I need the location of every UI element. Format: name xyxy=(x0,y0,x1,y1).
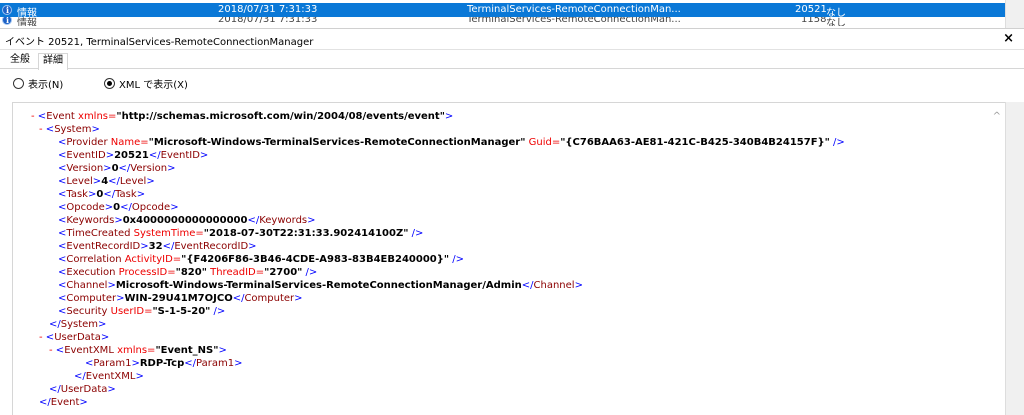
xml-line: <Keywords>0x4000000000000000</Keywords> xyxy=(58,215,316,226)
info-icon xyxy=(2,17,12,25)
xml-line: </System> xyxy=(49,319,107,330)
detail-tabs: 全般 詳細 xyxy=(0,52,1024,70)
xml-line: <Task>0</Task> xyxy=(58,189,146,200)
event-list-scrollbar[interactable] xyxy=(1005,0,1024,28)
event-detail-header: イベント 20521, TerminalServices-RemoteConne… xyxy=(0,28,1024,50)
xml-line: <Opcode>0</Opcode> xyxy=(58,202,179,213)
xml-line: <Provider Name="Microsoft-Windows-Termin… xyxy=(58,137,845,148)
task-cell: なし xyxy=(826,18,846,26)
tab-general[interactable]: 全般 xyxy=(6,53,34,68)
collapse-toggle[interactable]: - xyxy=(39,332,46,343)
close-icon[interactable]: × xyxy=(1003,31,1014,46)
xml-line: </UserData> xyxy=(49,384,116,395)
xml-line: <EventID>20521</EventID> xyxy=(58,150,209,161)
xml-view: - <Event xmlns="http://schemas.microsoft… xyxy=(12,102,1006,415)
event-id-cell: 20521 xyxy=(795,4,827,15)
source-cell: TerminalServices-RemoteConnectionMan... xyxy=(467,17,681,25)
xml-line: </EventXML> xyxy=(74,371,144,382)
radio-general-view[interactable]: 表示(N) xyxy=(13,76,63,91)
event-detail-title: イベント 20521, TerminalServices-RemoteConne… xyxy=(5,37,314,48)
xml-line: <Security UserID="S-1-5-20" /> xyxy=(58,306,226,317)
xml-line: <Level>4</Level> xyxy=(58,176,155,187)
date-cell: 2018/07/31 7:31:33 xyxy=(218,4,318,15)
xml-line: - <UserData> xyxy=(39,332,110,343)
radio-button[interactable] xyxy=(13,78,24,89)
collapse-toggle[interactable]: - xyxy=(31,111,38,122)
tab-details[interactable]: 詳細 xyxy=(38,53,68,70)
scroll-up-icon[interactable]: ^ xyxy=(993,111,1001,122)
xml-line: - <EventXML xmlns="Event_NS"> xyxy=(49,345,227,356)
xml-line: <EventRecordID>32</EventRecordID> xyxy=(58,241,257,252)
radio-button-selected[interactable] xyxy=(104,78,115,89)
xml-line: <Computer>WIN-29U41M7OJCO</Computer> xyxy=(58,293,303,304)
event-row[interactable]: 情報 2018/07/31 7:31:33 TerminalServices-R… xyxy=(0,17,1006,26)
xml-line: </Event> xyxy=(39,397,88,408)
event-row-selected[interactable]: 情報 2018/07/31 7:31:33 TerminalServices-R… xyxy=(0,3,1006,19)
xml-line: <Execution ProcessID="820" ThreadID="270… xyxy=(58,267,318,278)
radio-xml-view[interactable]: XML で表示(X) xyxy=(104,76,188,91)
xml-line: <Version>0</Version> xyxy=(58,163,176,174)
xml-scrollbar[interactable]: ^ xyxy=(988,103,1005,415)
collapse-toggle[interactable]: - xyxy=(49,345,56,356)
xml-line: <Correlation ActivityID="{F4206F86-3B46-… xyxy=(58,254,464,265)
xml-line: <TimeCreated SystemTime="2018-07-30T22:3… xyxy=(58,228,424,239)
date-cell: 2018/07/31 7:31:33 xyxy=(218,17,318,25)
xml-line: <Param1>RDP-Tcp</Param1> xyxy=(85,358,243,369)
source-cell: TerminalServices-RemoteConnectionMan... xyxy=(467,4,681,15)
collapse-toggle[interactable]: - xyxy=(39,124,46,135)
event-id-cell: 1158 xyxy=(801,17,827,25)
info-icon xyxy=(2,5,12,15)
detail-scrollbar[interactable] xyxy=(1005,102,1024,415)
xml-line: - <Event xmlns="http://schemas.microsoft… xyxy=(31,111,454,122)
radio-label: 表示(N) xyxy=(28,80,64,91)
xml-line: - <System> xyxy=(39,124,100,135)
xml-line: <Channel>Microsoft-Windows-TerminalServi… xyxy=(58,280,583,291)
radio-label: XML で表示(X) xyxy=(119,80,188,91)
level-cell: 情報 xyxy=(17,18,37,26)
